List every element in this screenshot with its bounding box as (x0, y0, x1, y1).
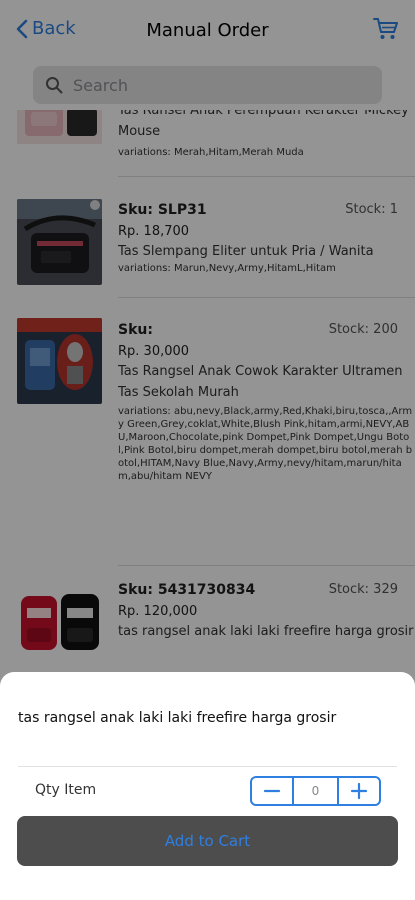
minus-icon (263, 789, 281, 793)
qty-label: Qty Item (35, 782, 97, 798)
add-to-cart-button[interactable]: Add to Cart (17, 816, 398, 866)
sheet-product-name: tas rangsel anak laki laki freefire harg… (18, 710, 337, 726)
divider (18, 766, 397, 767)
qty-value[interactable]: 0 (292, 778, 339, 804)
increment-button[interactable] (339, 778, 379, 804)
quantity-stepper: 0 (250, 776, 381, 806)
plus-icon (350, 782, 368, 800)
decrement-button[interactable] (252, 778, 292, 804)
add-to-cart-sheet: tas rangsel anak laki laki freefire harg… (0, 672, 415, 900)
